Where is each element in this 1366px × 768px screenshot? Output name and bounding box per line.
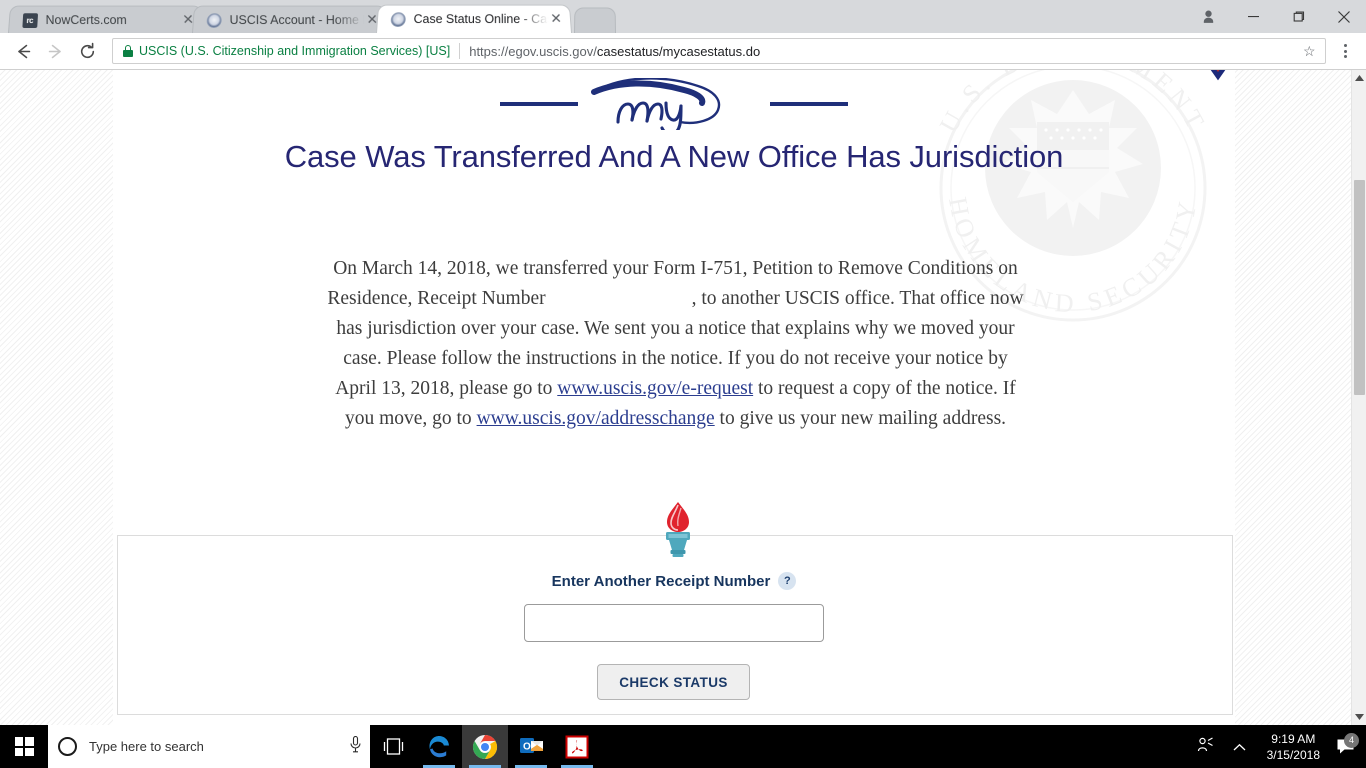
nowcerts-favicon: rc — [21, 12, 38, 28]
google-chrome-icon — [472, 734, 498, 759]
taskbar-app-acrobat-reader[interactable] — [554, 725, 600, 768]
maximize-icon — [1293, 11, 1305, 22]
microsoft-edge-icon — [429, 736, 449, 758]
profile-avatar-icon[interactable] — [1186, 1, 1231, 33]
person-icon — [1203, 10, 1214, 23]
cortana-search-box[interactable]: Type here to search — [48, 725, 370, 768]
address-bar[interactable]: USCIS (U.S. Citizenship and Immigration … — [112, 38, 1326, 64]
x-mark-icon — [1210, 70, 1226, 81]
svg-text:U.S. DEPARTMENT: U.S. DEPARTMENT — [934, 70, 1212, 137]
banner-close-icon[interactable] — [1201, 70, 1235, 90]
svg-text:O: O — [523, 741, 531, 752]
minimize-button[interactable] — [1231, 1, 1276, 33]
url-prefix: https://egov.uscis.gov/ — [469, 43, 597, 59]
windows-taskbar: Type here to search O 9:19 AM 3/15/2018 … — [0, 725, 1366, 768]
case-status-message: On March 14, 2018, we transferred your F… — [323, 254, 1028, 434]
chrome-menu-button[interactable] — [1332, 44, 1358, 58]
url-text: https://egov.uscis.gov/casestatus/mycase… — [469, 44, 1303, 59]
microphone-icon[interactable] — [340, 735, 370, 757]
tab-strip: rc NowCerts.com ✕ USCIS Account - Home P… — [0, 0, 1366, 34]
tab-title: Case Status Online - Case — [413, 12, 549, 27]
browser-tab-uscis-account[interactable]: USCIS Account - Home P ✕ — [192, 5, 388, 34]
microsoft-outlook-icon: O — [519, 738, 543, 753]
message-part-4: to give us your new mailing address. — [714, 408, 1007, 429]
close-button[interactable] — [1321, 1, 1366, 33]
scroll-down-arrow[interactable] — [1352, 709, 1366, 725]
adobe-acrobat-icon — [565, 735, 589, 758]
forward-button[interactable] — [40, 36, 70, 66]
minimize-icon — [1248, 16, 1259, 18]
page-title: Case Was Transferred And A New Office Ha… — [284, 139, 1064, 174]
action-center-button[interactable]: 4 — [1330, 733, 1360, 755]
omnibox-divider — [459, 43, 461, 59]
start-button[interactable] — [0, 725, 48, 768]
back-button[interactable] — [8, 36, 38, 66]
field-label-text: Enter Another Receipt Number — [551, 573, 771, 590]
page-content: U.S. DEPARTMENT HOMELAND SECURITY — [113, 70, 1235, 725]
page-scrollbar[interactable] — [1351, 70, 1366, 725]
kebab-dot — [1343, 55, 1347, 58]
address-change-link[interactable]: www.uscis.gov/addresschange — [477, 408, 715, 429]
receipt-field-label: Enter Another Receipt Number? — [113, 572, 1235, 590]
taskbar-app-edge[interactable] — [416, 725, 462, 768]
scrollbar-thumb[interactable] — [1354, 180, 1365, 395]
new-tab-button[interactable] — [574, 7, 616, 33]
search-placeholder: Type here to search — [89, 739, 204, 754]
window-controls — [1186, 0, 1366, 33]
notification-count-badge: 4 — [1344, 733, 1359, 748]
browser-tab-case-status[interactable]: Case Status Online - Case ✕ — [376, 4, 572, 33]
bookmark-star-icon[interactable]: ☆ — [1303, 43, 1319, 60]
arrow-left-icon — [17, 44, 30, 58]
lock-icon — [123, 45, 133, 57]
tab-title: NowCerts.com — [45, 12, 127, 27]
cortana-icon — [58, 737, 77, 756]
reload-button[interactable] — [72, 36, 102, 66]
triangle-down-icon — [1355, 714, 1364, 720]
show-hidden-icons-chevron[interactable] — [1223, 739, 1257, 755]
system-tray: 9:19 AM 3/15/2018 4 — [1189, 725, 1366, 768]
e-request-link[interactable]: www.uscis.gov/e-request — [557, 378, 753, 399]
close-icon — [1337, 10, 1350, 23]
triangle-up-icon — [1355, 75, 1364, 81]
uscis-seal-favicon — [205, 12, 222, 28]
browser-tab-nowcerts[interactable]: rc NowCerts.com ✕ — [8, 5, 204, 34]
task-view-icon — [383, 738, 403, 755]
kebab-dot — [1343, 44, 1347, 47]
page-left-gutter — [0, 70, 113, 725]
receipt-number-input[interactable] — [524, 604, 824, 642]
taskbar-app-chrome[interactable] — [462, 725, 508, 768]
help-icon[interactable]: ? — [778, 572, 797, 590]
page-right-gutter — [1235, 70, 1351, 725]
clock-time: 9:19 AM — [1271, 731, 1316, 746]
browser-window: rc NowCerts.com ✕ USCIS Account - Home P… — [0, 0, 1366, 725]
page-viewport: U.S. DEPARTMENT HOMELAND SECURITY — [0, 70, 1366, 725]
people-glyph — [1198, 737, 1213, 752]
maximize-button[interactable] — [1276, 1, 1321, 33]
scroll-up-arrow[interactable] — [1352, 70, 1366, 86]
arrow-right-icon — [48, 44, 61, 58]
my-uscis-logo — [500, 78, 848, 130]
reload-icon — [80, 42, 94, 58]
taskbar-clock[interactable]: 9:19 AM 3/15/2018 — [1257, 731, 1330, 763]
windows-logo-icon — [14, 737, 34, 756]
taskbar-app-outlook[interactable]: O — [508, 725, 554, 768]
uscis-seal-favicon — [389, 11, 406, 27]
chevron-up-icon — [1233, 743, 1246, 750]
task-view-button[interactable] — [370, 725, 416, 768]
browser-toolbar: USCIS (U.S. Citizenship and Immigration … — [0, 33, 1366, 70]
uscis-torch-icon — [666, 502, 690, 557]
people-icon[interactable] — [1189, 737, 1223, 756]
check-status-button[interactable]: CHECK STATUS — [597, 664, 750, 700]
kebab-dot — [1343, 49, 1347, 53]
url-path: casestatus/mycasestatus.do — [596, 43, 761, 59]
mic-glyph — [349, 735, 361, 753]
tab-title: USCIS Account - Home P — [229, 12, 365, 27]
site-security-label: USCIS (U.S. Citizenship and Immigration … — [139, 44, 451, 58]
clock-date: 3/15/2018 — [1266, 747, 1320, 762]
tab-close-icon[interactable]: ✕ — [548, 10, 565, 27]
